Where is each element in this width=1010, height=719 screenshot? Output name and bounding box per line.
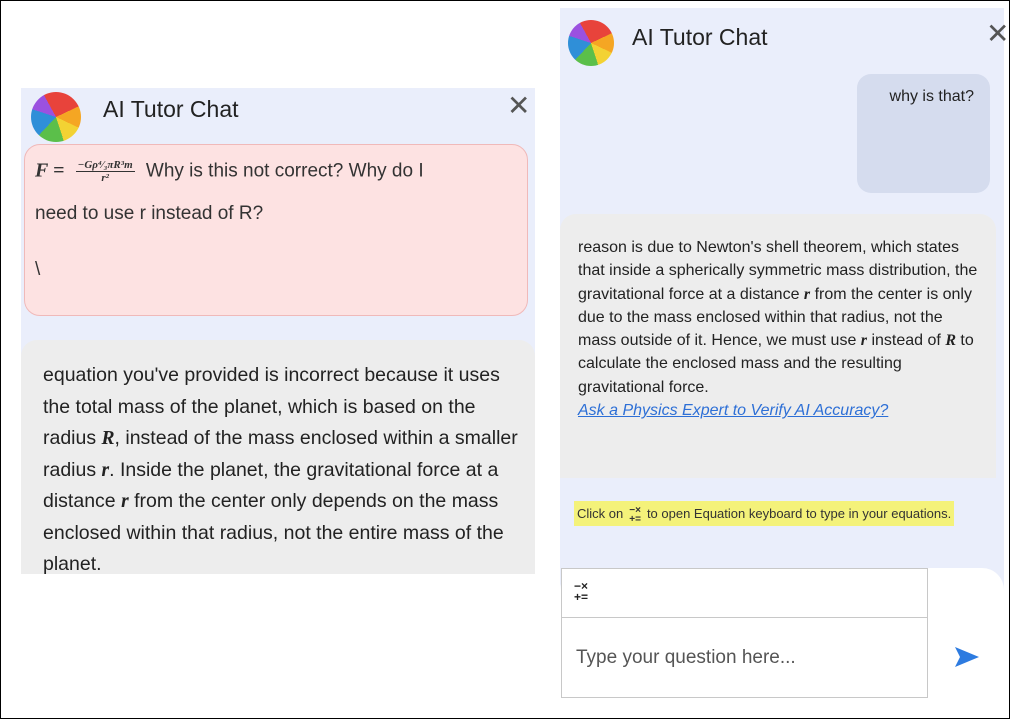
- formula-lhs: F =: [35, 159, 65, 182]
- equation-toolbar: −× +=: [561, 568, 928, 618]
- math-var-r: r: [121, 491, 129, 512]
- user-message-bubble: F = −Gρ⁴⁄₃πR³m r² Why is this not correc…: [24, 144, 528, 316]
- math-var-R: R: [101, 428, 115, 449]
- user-question-line3: \: [35, 259, 41, 280]
- send-arrow-icon[interactable]: [952, 642, 982, 672]
- ai-answer-text: equation you've provided is incorrect be…: [43, 364, 518, 575]
- user-question-line1: Why is this not correct? Why do I: [145, 160, 424, 182]
- message-input-area: −× +=: [560, 568, 1004, 698]
- ai-message-bubble: reason is due to Newton's shell theorem,…: [560, 214, 996, 478]
- user-message-bubble: why is that?: [857, 74, 990, 193]
- chat-title: AI Tutor Chat: [103, 96, 239, 122]
- ask-expert-link[interactable]: Ask a Physics Expert to Verify AI Accura…: [578, 402, 888, 419]
- ai-message-bubble: equation you've provided is incorrect be…: [21, 340, 535, 575]
- question-input[interactable]: [561, 618, 928, 698]
- close-icon[interactable]: ✕: [507, 92, 530, 120]
- math-var-R: R: [945, 332, 956, 350]
- user-message-text: why is that?: [889, 88, 974, 105]
- equation-keyboard-hint: Click on −× += to open Equation keyboard to…: [574, 500, 964, 528]
- ai-answer-text: reason is due to Newton's shell theorem,…: [578, 239, 978, 420]
- equation-keyboard-icon: −× +=: [629, 504, 641, 525]
- chat-header: AI Tutor Chat ✕: [21, 88, 535, 148]
- close-icon[interactable]: ✕: [986, 20, 1009, 48]
- chat-title: AI Tutor Chat: [632, 24, 768, 50]
- equation-keyboard-button[interactable]: −× +=: [574, 580, 588, 603]
- brain-logo-icon: [568, 20, 614, 66]
- left-chat-panel: AI Tutor Chat ✕ F = −Gρ⁴⁄₃πR³m r² Why is…: [21, 88, 535, 575]
- formula-fraction: −Gρ⁴⁄₃πR³m r²: [75, 159, 135, 184]
- user-question-line2: need to use r instead of R?: [35, 203, 264, 224]
- formula-numerator: −Gρ⁴⁄₃πR³m: [75, 159, 135, 172]
- brain-logo-icon: [31, 92, 81, 142]
- math-var-r: r: [101, 459, 110, 481]
- right-chat-panel: AI Tutor Chat ✕ why is that? reason is d…: [560, 8, 1009, 698]
- formula-denominator: r²: [101, 172, 109, 184]
